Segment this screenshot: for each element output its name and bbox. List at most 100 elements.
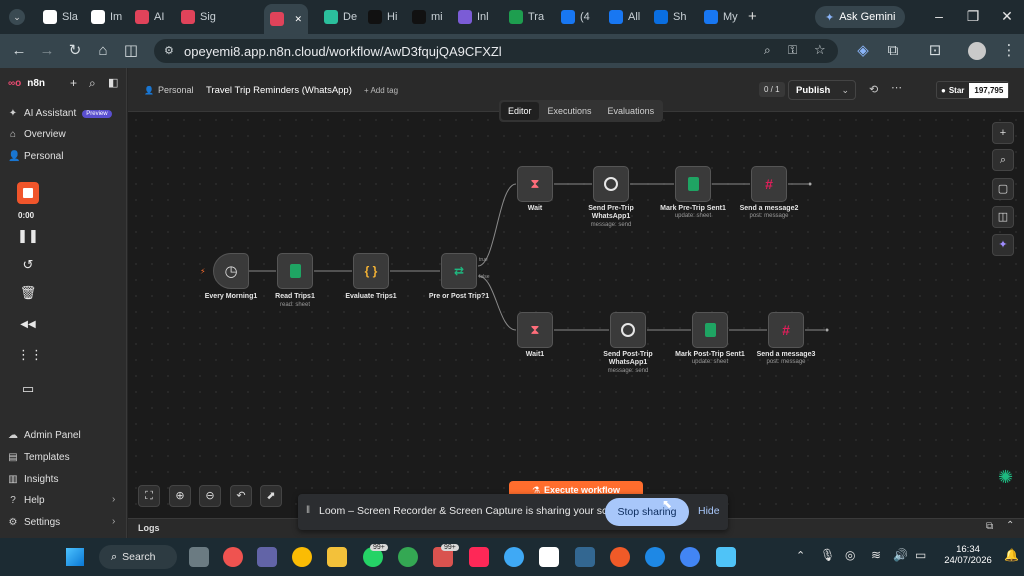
browser-tab[interactable]: My: [698, 6, 744, 28]
node-read-trips[interactable]: [277, 253, 313, 289]
node-mark-post-trip-sent[interactable]: [692, 312, 728, 348]
history-icon[interactable]: ⟲: [869, 83, 878, 96]
node-every-morning[interactable]: ◷: [213, 253, 249, 289]
add-icon[interactable]: +: [70, 76, 77, 90]
brand[interactable]: ∞o n8n: [8, 78, 45, 89]
fit-view-icon[interactable]: ⛶: [138, 485, 160, 507]
sidebar-item-settings[interactable]: ⚙ Settings: [8, 517, 61, 528]
stop-recording-button[interactable]: [17, 182, 39, 204]
camera-icon[interactable]: ▭: [17, 381, 39, 397]
pop-out-icon[interactable]: ⧉: [986, 521, 993, 532]
chrome-icon[interactable]: [292, 547, 312, 567]
teams-icon[interactable]: [257, 547, 277, 567]
zoom-in-icon[interactable]: ⊕: [169, 485, 191, 507]
stop-sharing-button[interactable]: Stop sharing: [605, 498, 689, 526]
node-pre-or-post-trip[interactable]: ⇄: [441, 253, 477, 289]
collapse-sidebar-icon[interactable]: ◧: [108, 76, 118, 89]
clock[interactable]: 16:34 24/07/2026: [938, 544, 998, 566]
browser-tab[interactable]: All: [603, 6, 646, 28]
expand-icon[interactable]: ⌃: [1006, 520, 1014, 531]
browser-tab[interactable]: Tra: [503, 6, 550, 28]
sidebar-item-insights[interactable]: ▥ Insights: [8, 474, 58, 485]
node-send-post-trip-whatsapp[interactable]: [610, 312, 646, 348]
browser-tab[interactable]: ✕: [264, 4, 308, 34]
sidebar-item-overview[interactable]: ⌂ Overview: [8, 129, 66, 140]
node-wait[interactable]: ⧗: [517, 166, 553, 202]
intellij-icon[interactable]: [469, 547, 489, 567]
browser-tab[interactable]: Sla: [37, 6, 84, 28]
add-node-button[interactable]: +: [992, 122, 1014, 144]
reload-button[interactable]: ↻: [66, 42, 84, 60]
drag-handle-icon[interactable]: ‖: [306, 505, 310, 516]
volume-icon[interactable]: 🔊: [893, 548, 908, 562]
browser-menu-icon[interactable]: ⋮: [1000, 42, 1018, 60]
search-nodes-icon[interactable]: ⌕: [992, 149, 1014, 171]
location-icon[interactable]: ◎: [845, 548, 855, 562]
node-send-a-message2[interactable]: #: [751, 166, 787, 202]
sidebar-item-templates[interactable]: ▤ Templates: [8, 452, 69, 463]
project-breadcrumb[interactable]: 👤 Personal: [144, 85, 194, 95]
rewind-icon[interactable]: ◀◀: [17, 319, 39, 330]
node-mark-pre-trip-sent[interactable]: [675, 166, 711, 202]
notepad-icon[interactable]: [716, 547, 736, 567]
password-key-icon[interactable]: ⚿: [788, 43, 797, 58]
split-view-icon[interactable]: ◫: [122, 42, 140, 60]
add-tag-link[interactable]: + Add tag: [364, 86, 398, 95]
sidebar-item-ai-assistant[interactable]: ✦ AI Assistant Preview: [8, 108, 112, 119]
app-icon[interactable]: [504, 547, 524, 567]
chrome-icon[interactable]: [398, 547, 418, 567]
windows-start-icon[interactable]: [66, 548, 84, 566]
site-info-icon[interactable]: ⚙: [164, 44, 174, 57]
back-button[interactable]: ←: [10, 42, 28, 60]
node-wait1[interactable]: ⧗: [517, 312, 553, 348]
profile-avatar[interactable]: [968, 42, 986, 60]
postgres-icon[interactable]: [575, 547, 595, 567]
new-tab-button[interactable]: +: [748, 8, 757, 25]
workflow-canvas[interactable]: Editor Executions Evaluations ⚡ ◷ Every …: [128, 100, 1024, 518]
browser-tab[interactable]: Sh: [648, 6, 692, 28]
publish-button[interactable]: Publish ⌄: [788, 80, 856, 100]
browser-tab[interactable]: (4: [555, 6, 596, 28]
close-tab-icon[interactable]: ✕: [294, 14, 302, 25]
app-icon[interactable]: [539, 547, 559, 567]
app-icon[interactable]: [645, 547, 665, 567]
file-explorer-icon[interactable]: [327, 547, 347, 567]
home-icon[interactable]: ⌂: [94, 42, 112, 60]
grid-icon[interactable]: ⋮⋮: [17, 347, 43, 363]
browser-tab[interactable]: AI: [129, 6, 170, 28]
close-window-button[interactable]: ✕: [990, 0, 1024, 34]
pause-icon[interactable]: ❚❚: [17, 228, 39, 244]
task-view-icon[interactable]: [189, 547, 209, 567]
address-bar[interactable]: ⚙ opeyemi8.app.n8n.cloud/workflow/AwD3fq…: [154, 39, 838, 63]
forward-button[interactable]: →: [38, 42, 56, 60]
undo-icon[interactable]: ↶: [230, 485, 252, 507]
workflow-title[interactable]: Travel Trip Reminders (WhatsApp): [206, 85, 352, 96]
taskbar-search[interactable]: ⌕ Search: [99, 545, 177, 569]
sidebar-item-personal[interactable]: 👤 Personal: [8, 151, 63, 162]
show-hidden-icons[interactable]: ⌃: [796, 549, 805, 562]
extensions-puzzle-icon[interactable]: ⧉: [884, 42, 902, 60]
wifi-icon[interactable]: ≋: [871, 548, 881, 562]
bookmark-star-icon[interactable]: ☆: [814, 42, 826, 58]
hide-button[interactable]: Hide: [698, 505, 720, 517]
sticky-note-icon[interactable]: ▢: [992, 178, 1014, 200]
microphone-icon[interactable]: 🎙: [820, 548, 835, 562]
minimize-button[interactable]: –: [922, 0, 956, 34]
zoom-icon[interactable]: ⌕: [764, 43, 771, 58]
battery-icon[interactable]: ▭: [915, 548, 926, 562]
ai-sparkle-icon[interactable]: ✦: [992, 234, 1014, 256]
version-counter[interactable]: 0 / 1: [759, 82, 785, 97]
node-send-pre-trip-whatsapp[interactable]: [593, 166, 629, 202]
ask-gemini-button[interactable]: ✦ Ask Gemini: [815, 6, 906, 28]
extension-icon[interactable]: ◈: [854, 42, 872, 60]
more-options-icon[interactable]: ⋯: [891, 81, 902, 94]
node-evaluate-trips[interactable]: { }: [353, 253, 389, 289]
notification-bell-icon[interactable]: 🔔: [1004, 548, 1019, 562]
search-icon[interactable]: ⌕: [89, 76, 96, 91]
browser-tab[interactable]: Sig: [175, 6, 222, 28]
browser-tab[interactable]: De: [318, 6, 363, 28]
restart-icon[interactable]: ↺: [17, 257, 39, 273]
node-send-a-message3[interactable]: #: [768, 312, 804, 348]
browser-tab[interactable]: Hi: [362, 6, 403, 28]
chrome-icon[interactable]: [680, 547, 700, 567]
